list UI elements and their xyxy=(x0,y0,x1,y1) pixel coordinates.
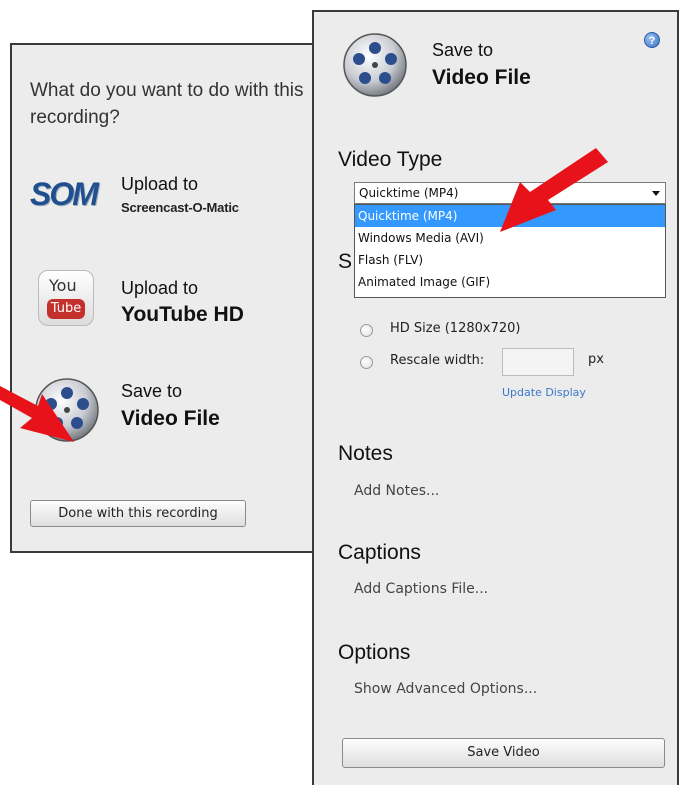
help-icon[interactable]: ? xyxy=(644,32,660,48)
options-heading: Options xyxy=(338,641,411,664)
show-advanced-options-link[interactable]: Show Advanced Options... xyxy=(354,681,537,697)
done-button[interactable]: Done with this recording xyxy=(30,500,246,527)
dropdown-option-avi[interactable]: Windows Media (AVI) xyxy=(355,227,665,249)
video-type-select[interactable]: Quicktime (MP4) xyxy=(354,182,666,204)
film-reel-icon xyxy=(343,33,407,97)
notes-heading: Notes xyxy=(338,442,393,465)
left-dialog: What do you want to do with this recordi… xyxy=(10,43,315,553)
rescale-width-input[interactable] xyxy=(502,348,574,376)
rescale-width-label: Rescale width: xyxy=(390,353,485,368)
chevron-down-icon xyxy=(652,191,660,196)
add-notes-link[interactable]: Add Notes... xyxy=(354,483,439,499)
upload-youtube-label: Upload to xyxy=(121,278,199,298)
upload-som-label: Upload to xyxy=(121,174,199,194)
film-reel-icon xyxy=(35,378,99,442)
hd-size-radio[interactable] xyxy=(360,324,373,337)
rescale-width-radio[interactable] xyxy=(360,356,373,369)
upload-som-option[interactable]: SOM Upload to Screencast-O-Matic xyxy=(28,170,318,226)
add-captions-link[interactable]: Add Captions File... xyxy=(354,581,488,597)
dialog-title-line2: Video File xyxy=(432,66,531,89)
upload-som-target: Screencast-O-Matic xyxy=(121,200,239,215)
save-video-file-option[interactable]: Save to Video File xyxy=(28,375,318,445)
youtube-logo-icon: You Tube xyxy=(38,270,94,326)
dialog-title-line1: Save to xyxy=(432,40,494,60)
upload-youtube-option[interactable]: You Tube Upload to YouTube HD xyxy=(28,270,318,330)
video-type-heading: Video Type xyxy=(338,148,443,171)
youtube-logo-you: You xyxy=(49,276,77,295)
dialog-prompt: What do you want to do with this recordi… xyxy=(30,80,304,128)
save-video-label: Save to xyxy=(121,381,183,401)
dropdown-option-flv[interactable]: Flash (FLV) xyxy=(355,249,665,271)
update-display-link[interactable]: Update Display xyxy=(502,386,586,399)
size-heading: S xyxy=(338,250,353,273)
video-type-dropdown-list: Quicktime (MP4) Windows Media (AVI) Flas… xyxy=(354,204,666,298)
dropdown-option-mp4[interactable]: Quicktime (MP4) xyxy=(355,205,665,227)
save-video-dialog: Save to Video File ? Video Type Quicktim… xyxy=(312,10,679,785)
save-video-target: Video File xyxy=(121,407,220,430)
captions-heading: Captions xyxy=(338,541,421,564)
px-unit-label: px xyxy=(588,352,604,367)
hd-size-label: HD Size (1280x720) xyxy=(390,321,521,336)
dropdown-option-gif[interactable]: Animated Image (GIF) xyxy=(355,271,665,293)
save-video-button[interactable]: Save Video xyxy=(342,738,665,768)
video-type-selected-value: Quicktime (MP4) xyxy=(359,186,459,200)
youtube-logo-tube: Tube xyxy=(47,299,85,319)
som-logo-icon: SOM xyxy=(30,176,99,212)
upload-youtube-target: YouTube HD xyxy=(121,303,244,326)
